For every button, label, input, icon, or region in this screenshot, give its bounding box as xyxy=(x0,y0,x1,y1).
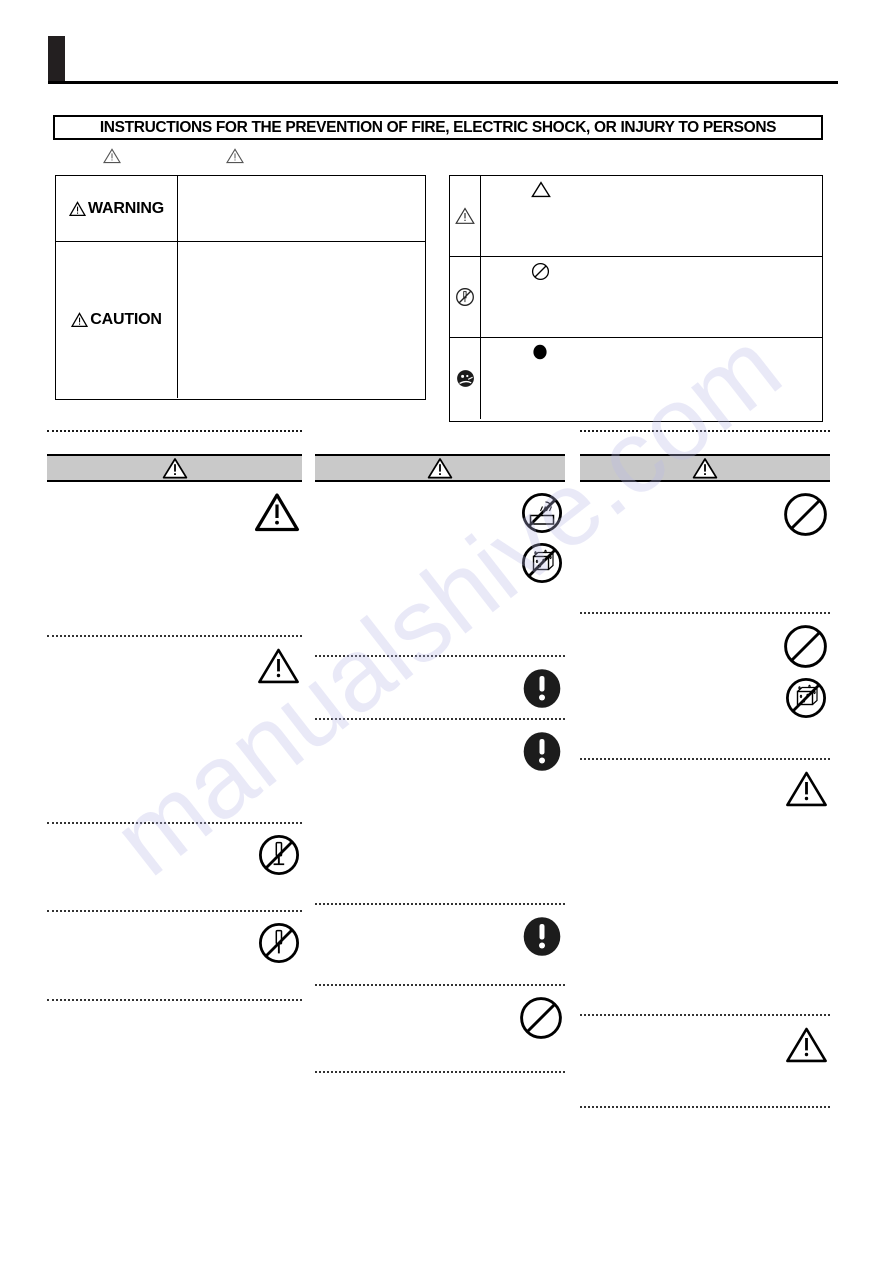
no-disassemble-icon xyxy=(258,922,300,964)
prohibition-circle-icon xyxy=(783,624,828,669)
right-entry-1-icons xyxy=(783,492,828,537)
mid-entry-5 xyxy=(315,986,565,1073)
warning-triangle-icon xyxy=(785,770,828,808)
warning-triangle-icon xyxy=(427,457,453,480)
right-entry-1 xyxy=(580,482,830,614)
mid-entry-1-icons xyxy=(521,492,563,584)
warning-triangle-icon xyxy=(785,1026,828,1064)
definition-label-text-warning: WARNING xyxy=(88,199,164,217)
warning-triangle-icon xyxy=(692,457,718,480)
left-entry-1 xyxy=(47,482,302,637)
banner-title: INSTRUCTIONS FOR THE PREVENTION OF FIRE,… xyxy=(99,118,777,136)
definition-table: WARNING CAUTION xyxy=(55,175,426,400)
warning-triangle-icon xyxy=(69,200,87,217)
prohibition-circle-icon xyxy=(783,492,828,537)
column-left-top-dots xyxy=(47,430,302,435)
page-header xyxy=(48,36,838,88)
marker-triangle-1 xyxy=(103,148,121,164)
definition-body-warning xyxy=(178,176,425,241)
right-entry-2-icons xyxy=(783,624,828,719)
column-left xyxy=(47,430,302,1001)
left-entry-3 xyxy=(47,824,302,912)
mid-entry-2 xyxy=(315,657,565,720)
left-entry-4-icons xyxy=(258,922,300,964)
definition-label-caution: CAUTION xyxy=(56,242,178,398)
prohibition-circle-icon xyxy=(531,262,822,281)
left-entry-2-icons xyxy=(257,647,300,685)
definition-row-warning: WARNING xyxy=(56,176,425,242)
definition-body-caution xyxy=(178,242,425,398)
left-entry-1-icons xyxy=(254,492,300,533)
filled-dot-icon xyxy=(531,343,822,361)
mid-entry-5-icons xyxy=(519,996,563,1040)
unplug-action-icon xyxy=(450,338,481,419)
mandatory-exclamation-icon xyxy=(521,730,563,773)
no-liquid-container-icon xyxy=(785,677,827,719)
mandatory-exclamation-icon xyxy=(521,915,563,958)
warning-triangle-icon xyxy=(71,312,89,328)
symbol-value-attention xyxy=(481,176,822,256)
right-entry-4 xyxy=(580,1016,830,1108)
mid-entry-2-icons xyxy=(521,667,563,710)
instructions-banner: INSTRUCTIONS FOR THE PREVENTION OF FIRE,… xyxy=(53,115,823,140)
left-entry-2 xyxy=(47,637,302,824)
column-left-header xyxy=(47,454,302,482)
no-disassemble-icon xyxy=(450,257,481,337)
column-right xyxy=(580,430,830,1108)
right-entry-3 xyxy=(580,760,830,1016)
mid-entry-1 xyxy=(315,482,565,657)
right-entry-2 xyxy=(580,614,830,760)
symbol-value-prohibited xyxy=(481,257,822,337)
column-right-top-dots xyxy=(580,430,830,435)
mid-entry-4-icons xyxy=(521,915,563,958)
symbol-table xyxy=(449,175,823,422)
definition-label-warning: WARNING xyxy=(56,176,178,241)
warning-triangle-icon xyxy=(162,457,188,480)
mandatory-exclamation-icon xyxy=(521,667,563,710)
symbol-value-mandatory xyxy=(481,338,822,419)
mid-entry-3 xyxy=(315,720,565,905)
header-horizontal-rule xyxy=(48,81,838,84)
left-entry-4 xyxy=(47,912,302,1001)
right-entry-3-icons xyxy=(785,770,828,808)
no-shower-icon xyxy=(521,492,563,534)
column-middle-header xyxy=(315,454,565,482)
plain-triangle-icon xyxy=(531,181,822,198)
safety-instructions-page: INSTRUCTIONS FOR THE PREVENTION OF FIRE,… xyxy=(0,0,893,1263)
header-black-tab xyxy=(48,36,65,82)
warning-triangle-icon xyxy=(450,176,481,256)
warning-triangle-icon xyxy=(257,647,300,685)
symbol-row-attention xyxy=(450,176,822,257)
left-entry-3-icons xyxy=(258,834,300,876)
prohibition-circle-icon xyxy=(519,996,563,1040)
no-disassemble-icon xyxy=(258,834,300,876)
no-liquid-container-icon xyxy=(521,542,563,584)
mid-entry-3-icons xyxy=(521,730,563,773)
column-middle xyxy=(315,430,565,1073)
right-entry-4-icons xyxy=(785,1026,828,1064)
warning-triangle-icon xyxy=(254,492,300,533)
marker-triangle-2 xyxy=(226,148,244,164)
definition-row-caution: CAUTION xyxy=(56,242,425,398)
symbol-row-prohibited xyxy=(450,257,822,338)
column-right-header xyxy=(580,454,830,482)
mid-entry-4 xyxy=(315,905,565,986)
definition-label-text-caution: CAUTION xyxy=(90,311,162,328)
symbol-row-mandatory xyxy=(450,338,822,419)
